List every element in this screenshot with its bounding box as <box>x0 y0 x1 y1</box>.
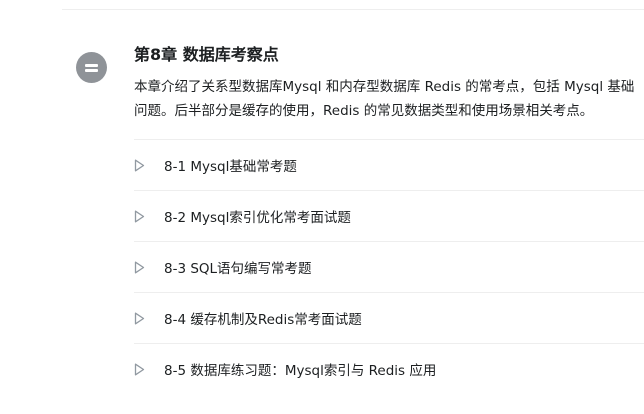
play-triangle-icon <box>134 158 164 172</box>
lesson-item-8-1[interactable]: 8-1 Mysql基础常考题 <box>134 139 644 190</box>
lesson-label: 8-4 缓存机制及Redis常考面试题 <box>164 312 362 328</box>
lesson-label: 8-5 数据库练习题：Mysql索引与 Redis 应用 <box>164 363 437 379</box>
lesson-label: 8-2 Mysql索引优化常考面试题 <box>164 210 351 226</box>
top-divider <box>62 9 644 10</box>
lesson-label: 8-3 SQL语句编写常考题 <box>164 261 312 277</box>
play-triangle-icon <box>134 260 164 274</box>
lesson-item-8-3[interactable]: 8-3 SQL语句编写常考题 <box>134 241 644 292</box>
play-triangle-icon <box>134 362 164 376</box>
chapter-title: 第8章 数据库考察点 <box>134 45 279 64</box>
chapter-description-line: 本章介绍了关系型数据库Mysql 和内存型数据库 Redis 的常考点，包括 M… <box>134 79 635 95</box>
lesson-item-8-5[interactable]: 8-5 数据库练习题：Mysql索引与 Redis 应用 <box>134 343 644 394</box>
chapter-description: 本章介绍了关系型数据库Mysql 和内存型数据库 Redis 的常考点，包括 M… <box>134 75 644 123</box>
lesson-label: 8-1 Mysql基础常考题 <box>164 159 297 175</box>
lesson-item-8-4[interactable]: 8-4 缓存机制及Redis常考面试题 <box>134 292 644 343</box>
lesson-item-8-2[interactable]: 8-2 Mysql索引优化常考面试题 <box>134 190 644 241</box>
play-triangle-icon <box>134 209 164 223</box>
play-triangle-icon <box>134 311 164 325</box>
chapter-description-line: 问题。后半部分是缓存的使用，Redis 的常见数据类型和使用场景相关考点。 <box>134 103 594 119</box>
list-icon <box>76 52 107 83</box>
lesson-list: 8-1 Mysql基础常考题 8-2 Mysql索引优化常考面试题 8-3 SQ… <box>134 139 644 394</box>
